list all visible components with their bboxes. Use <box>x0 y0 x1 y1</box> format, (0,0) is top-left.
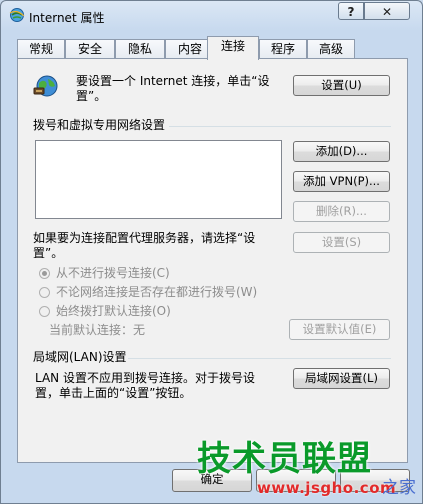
watermark-logo-text: 技术员联盟 <box>197 439 372 479</box>
close-button[interactable]: ✕ <box>364 2 410 20</box>
tab-general[interactable]: 常规 <box>17 39 65 59</box>
tab-advanced[interactable]: 高级 <box>307 39 355 59</box>
connections-listbox[interactable] <box>35 140 282 219</box>
proxy-instruction-line1: 如果要为连接配置代理服务器，请选择“设 <box>33 231 256 245</box>
tab-connections[interactable]: 连接 <box>207 36 259 60</box>
lan-divider <box>128 358 391 359</box>
lan-settings-button[interactable]: 局域网设置(L) <box>293 368 390 389</box>
add-connection-button[interactable]: 添加(D)... <box>293 141 390 162</box>
watermark-home-text: 之家 <box>382 478 416 498</box>
watermark-url: www.jsgho.com <box>257 479 397 497</box>
radio-dial-whenever[interactable] <box>39 287 50 298</box>
connections-panel: 要设置一个 Internet 连接，单击“设 置”。 设置(U) 拨号和虚拟专用… <box>17 58 408 463</box>
setup-instruction-line2: 置”。 <box>76 89 107 103</box>
setup-button[interactable]: 设置(U) <box>293 75 390 96</box>
globe-network-icon <box>33 75 58 97</box>
current-default-connection: 当前默认连接：无 <box>49 323 146 337</box>
add-vpn-button[interactable]: 添加 VPN(P)... <box>293 171 390 192</box>
lan-info-line2: 置，单击上面的“设置”按钮。 <box>35 386 192 400</box>
connection-settings-button[interactable]: 设置(S) <box>293 232 390 253</box>
help-button[interactable]: ? <box>338 2 364 20</box>
set-default-button[interactable]: 设置默认值(E) <box>289 319 390 340</box>
dialup-divider <box>169 126 391 127</box>
lan-info-line1: LAN 设置不应用到拨号连接。对于拨号设 <box>35 371 255 385</box>
remove-connection-button[interactable]: 删除(R)... <box>293 201 390 222</box>
option-always-dial-label: 始终拨打默认连接(O) <box>56 304 171 318</box>
radio-never-dial[interactable] <box>39 268 50 279</box>
lan-settings-heading: 局域网(LAN)设置 <box>33 350 127 364</box>
proxy-instruction-line2: 置”。 <box>33 246 64 260</box>
dialup-vpn-heading: 拨号和虚拟专用网络设置 <box>33 118 166 132</box>
title-bar: Internet 属性 ? ✕ <box>1 1 422 31</box>
option-dial-whenever-label: 不论网络连接是否存在都进行拨号(W) <box>56 285 258 299</box>
option-never-dial-label: 从不进行拨号连接(C) <box>56 266 170 280</box>
internet-properties-window: Internet 属性 ? ✕ 常规 安全 隐私 内容 连接 程序 高级 要设置… <box>0 0 423 504</box>
tab-security[interactable]: 安全 <box>65 39 115 59</box>
tab-privacy[interactable]: 隐私 <box>115 39 165 59</box>
window-title: Internet 属性 <box>29 11 105 25</box>
internet-explorer-icon <box>9 8 25 22</box>
tab-programs[interactable]: 程序 <box>259 39 307 59</box>
setup-instruction-line1: 要设置一个 Internet 连接，单击“设 <box>76 74 270 88</box>
radio-always-dial-default[interactable] <box>39 306 50 317</box>
